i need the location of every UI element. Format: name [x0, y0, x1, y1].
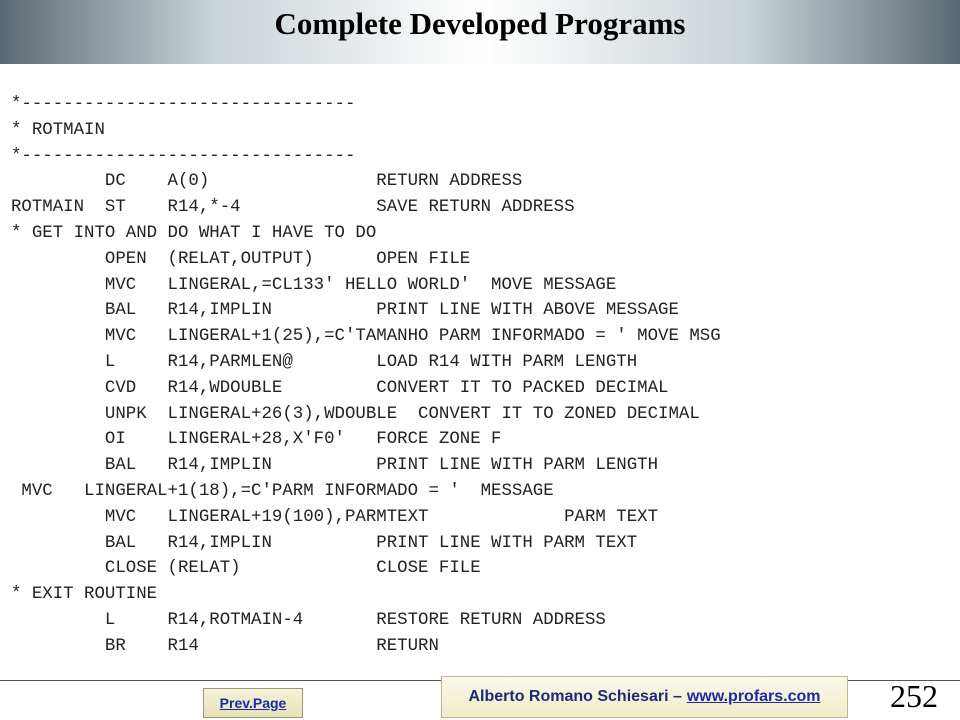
author-name: Alberto Romano Schiesari –: [468, 688, 682, 705]
code-line: BAL R14,IMPLIN PRINT LINE WITH PARM LENG…: [11, 456, 659, 476]
code-line: L R14,PARMLEN@ LOAD R14 WITH PARM LENGTH: [11, 352, 638, 372]
code-line: MVC LINGERAL+1(25),=C'TAMANHO PARM INFOR…: [11, 327, 721, 347]
code-line: BR R14 RETURN: [11, 636, 439, 656]
code-line: MVC LINGERAL+1(18),=C'PARM INFORMADO = '…: [11, 481, 554, 501]
author-credit: Alberto Romano Schiesari – www.profars.c…: [441, 676, 848, 718]
code-line: BAL R14,IMPLIN PRINT LINE WITH PARM TEXT: [11, 533, 638, 553]
code-listing: *-------------------------------- * ROTMA…: [11, 92, 721, 660]
page-title: Complete Developed Programs: [274, 6, 686, 41]
page-number: 252: [890, 678, 938, 714]
code-line: OPEN (RELAT,OUTPUT) OPEN FILE: [11, 249, 471, 269]
code-line: OI LINGERAL+28,X'F0' FORCE ZONE F: [11, 430, 502, 450]
code-line: DC A(0) RETURN ADDRESS: [11, 172, 523, 192]
code-line: * EXIT ROUTINE: [11, 585, 158, 605]
code-line: *--------------------------------: [11, 146, 356, 166]
prev-page-button[interactable]: Prev.Page: [203, 688, 303, 718]
title-bar: Complete Developed Programs: [0, 0, 960, 64]
code-line: * ROTMAIN: [11, 120, 105, 140]
code-line: *--------------------------------: [11, 95, 356, 114]
code-line: CLOSE (RELAT) CLOSE FILE: [11, 559, 481, 579]
code-line: UNPK LINGERAL+26(3),WDOUBLE CONVERT IT T…: [11, 404, 700, 424]
website-link[interactable]: www.profars.com: [687, 688, 821, 706]
code-line: MVC LINGERAL,=CL133' HELLO WORLD' MOVE M…: [11, 275, 617, 295]
code-line: CVD R14,WDOUBLE CONVERT IT TO PACKED DEC…: [11, 378, 669, 398]
code-line: * GET INTO AND DO WHAT I HAVE TO DO: [11, 223, 377, 243]
code-line: MVC LINGERAL+19(100),PARMTEXT PARM TEXT: [11, 507, 659, 527]
code-line: L R14,ROTMAIN-4 RESTORE RETURN ADDRESS: [11, 610, 606, 630]
code-line: ROTMAIN ST R14,*-4 SAVE RETURN ADDRESS: [11, 198, 575, 218]
code-line: BAL R14,IMPLIN PRINT LINE WITH ABOVE MES…: [11, 301, 679, 321]
